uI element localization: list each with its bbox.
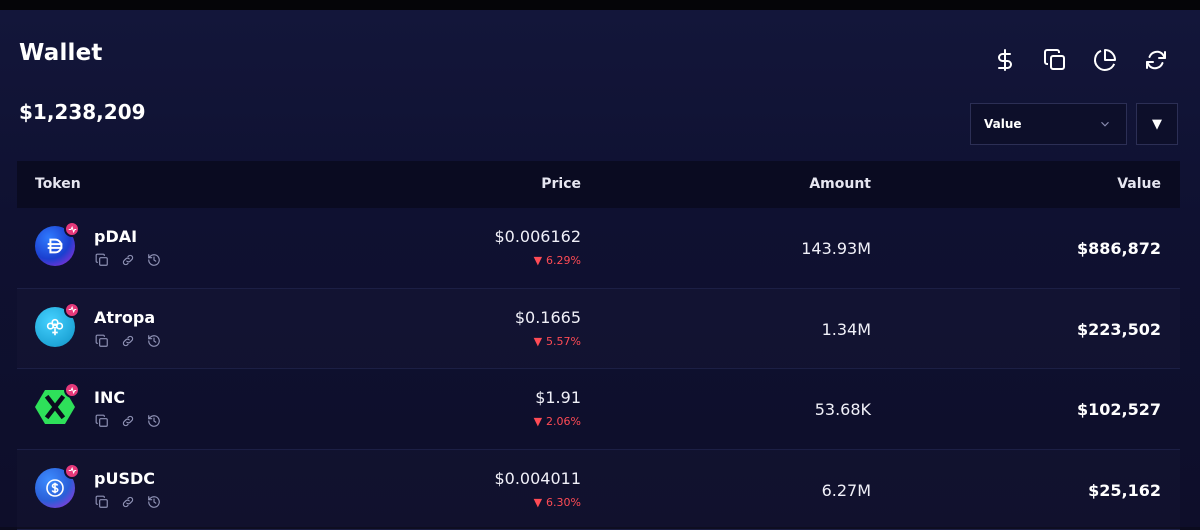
wallet-panel: Wallet $1,238,209 Value ▼ Token Price Am… (0, 10, 1200, 527)
column-header-value[interactable]: Value (1117, 176, 1161, 192)
dollar-icon (993, 48, 1017, 72)
down-triangle-icon: ▼ (534, 415, 542, 428)
token-value: $223,502 (1077, 320, 1161, 339)
copy-contract-icon[interactable] (95, 414, 111, 430)
history-icon[interactable] (147, 334, 163, 350)
top-bar (0, 0, 1200, 10)
link-icon[interactable] (121, 495, 137, 511)
down-triangle-icon: ▼ (534, 335, 542, 348)
token-table: Token Price Amount Value pDAI $0.006162 … (17, 161, 1180, 530)
table-row[interactable]: Atropa $0.1665 ▼5.57% 1.34M $223,502 (17, 289, 1180, 370)
copy-contract-icon[interactable] (95, 253, 111, 269)
token-amount: 1.34M (822, 320, 871, 339)
sort-direction-button[interactable]: ▼ (1136, 103, 1178, 145)
allocation-button[interactable] (1085, 40, 1125, 80)
pulsechain-badge-icon (64, 463, 80, 479)
sort-select[interactable]: Value (970, 103, 1127, 145)
token-value: $102,527 (1077, 400, 1161, 419)
history-icon[interactable] (147, 495, 163, 511)
pulsechain-badge-icon (64, 382, 80, 398)
token-amount: 143.93M (801, 239, 871, 258)
sort-direction-icon: ▼ (1152, 117, 1162, 132)
flower-logo-icon (44, 316, 66, 338)
usdc-logo-icon (43, 476, 67, 500)
copy-contract-icon[interactable] (95, 495, 111, 511)
price-change: ▼6.29% (534, 254, 581, 267)
sort-select-value: Value (984, 117, 1022, 131)
history-icon[interactable] (147, 414, 163, 430)
history-icon[interactable] (147, 253, 163, 269)
refresh-button[interactable] (1136, 40, 1176, 80)
token-price: $1.91 (535, 388, 581, 407)
table-row[interactable]: pUSDC $0.004011 ▼6.30% 6.27M $25,162 (17, 450, 1180, 530)
table-header: Token Price Amount Value (17, 161, 1180, 208)
down-triangle-icon: ▼ (534, 496, 542, 509)
column-header-price[interactable]: Price (541, 176, 581, 192)
token-amount: 6.27M (822, 481, 871, 500)
price-change: ▼2.06% (534, 415, 581, 428)
token-value: $886,872 (1077, 239, 1161, 258)
currency-button[interactable] (985, 40, 1025, 80)
pulsechain-badge-icon (64, 221, 80, 237)
copy-address-button[interactable] (1035, 40, 1075, 80)
token-amount: 53.68K (815, 400, 871, 419)
price-change: ▼5.57% (534, 335, 581, 348)
chevron-down-icon (1098, 117, 1112, 131)
token-actions (95, 334, 163, 348)
down-triangle-icon: ▼ (534, 254, 542, 267)
token-name: INC (94, 388, 125, 407)
table-row[interactable]: INC $1.91 ▼2.06% 53.68K $102,527 (17, 369, 1180, 450)
token-name: Atropa (94, 308, 155, 327)
column-header-amount[interactable]: Amount (809, 176, 871, 192)
token-name: pDAI (94, 227, 137, 246)
token-name: pUSDC (94, 469, 155, 488)
total-balance: $1,238,209 (19, 100, 146, 124)
token-price: $0.1665 (515, 308, 581, 327)
copy-contract-icon[interactable] (95, 334, 111, 350)
refresh-icon (1144, 48, 1168, 72)
token-actions (95, 414, 163, 428)
dai-logo-icon (44, 235, 66, 257)
token-price: $0.004011 (494, 469, 581, 488)
link-icon[interactable] (121, 334, 137, 350)
link-icon[interactable] (121, 414, 137, 430)
pulsechain-badge-icon (64, 302, 80, 318)
page-title: Wallet (19, 40, 103, 66)
token-price: $0.006162 (494, 227, 581, 246)
link-icon[interactable] (121, 253, 137, 269)
token-actions (95, 253, 163, 267)
copy-icon (1043, 48, 1067, 72)
price-change: ▼6.30% (534, 496, 581, 509)
table-row[interactable]: pDAI $0.006162 ▼6.29% 143.93M $886,872 (17, 208, 1180, 289)
token-actions (95, 495, 163, 509)
column-header-token[interactable]: Token (35, 176, 81, 192)
token-value: $25,162 (1088, 481, 1161, 500)
pie-chart-icon (1093, 48, 1117, 72)
